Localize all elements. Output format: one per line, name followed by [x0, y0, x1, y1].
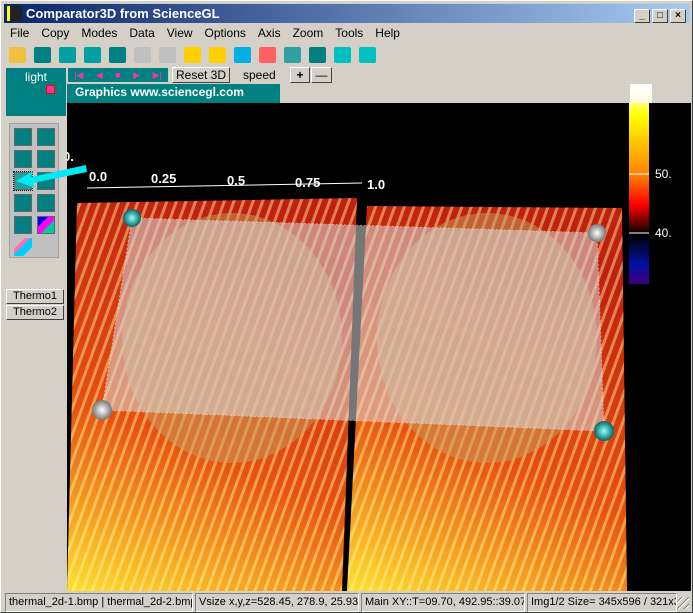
toolbar [4, 43, 379, 67]
app-window: Comparator3D from ScienceGL _ □ × File Co… [0, 0, 693, 613]
profile-line-icon[interactable] [37, 194, 55, 212]
histogram-icon[interactable] [14, 216, 32, 234]
menu-tools[interactable]: Tools [329, 24, 369, 42]
x-axis-line [86, 182, 363, 189]
zoom-out-button[interactable] [156, 43, 179, 66]
spotlight-icon [209, 46, 226, 63]
speed-label: speed [243, 68, 276, 82]
resize-grip[interactable] [677, 597, 689, 609]
select-arrow-icon[interactable] [14, 194, 32, 212]
plane-points-button[interactable] [331, 43, 354, 66]
corner-handle[interactable] [92, 400, 112, 420]
play-icon[interactable]: ▶ [133, 70, 140, 81]
first-icon[interactable]: |◀ [74, 70, 83, 81]
axis-tick-label: 0.0 [89, 169, 107, 184]
open-button[interactable] [6, 43, 29, 66]
menu-options[interactable]: Options [199, 24, 252, 42]
title-bar: Comparator3D from ScienceGL _ □ × [4, 4, 690, 23]
screw-button[interactable] [356, 43, 379, 66]
app-icon [7, 6, 22, 21]
points-plane-icon[interactable] [37, 128, 55, 146]
thermo1-button[interactable]: Thermo1 [6, 289, 64, 304]
profile-icon [309, 46, 326, 63]
corner-handle[interactable] [588, 224, 606, 242]
profile-button[interactable] [306, 43, 329, 66]
speed-plus-button[interactable]: + [290, 67, 310, 83]
close-button[interactable]: × [670, 9, 686, 23]
status-img-size: Img1/2 Size= 345x596 / 321x3 [527, 593, 677, 612]
point-plane-icon[interactable] [14, 128, 32, 146]
zoom-in-icon [134, 46, 151, 63]
maximize-button[interactable]: □ [652, 9, 668, 23]
camera-button[interactable] [106, 43, 129, 66]
playback-bar: |◀ ◀ ■ ▶ ▶| [68, 68, 168, 82]
colorbar-top [630, 84, 652, 103]
menu-file[interactable]: File [4, 24, 35, 42]
light-button[interactable] [181, 43, 204, 66]
reset-3d-button[interactable]: Reset 3D [172, 67, 230, 83]
thermo2-button[interactable]: Thermo2 [6, 305, 64, 320]
light-panel: light [6, 68, 66, 116]
axis-tick-label: 0.5 [227, 173, 245, 188]
corner-handle[interactable] [123, 209, 141, 227]
sphere-button[interactable] [81, 43, 104, 66]
last-icon[interactable]: ▶| [153, 70, 162, 81]
print-button[interactable] [56, 43, 79, 66]
plane-points-icon [334, 46, 351, 63]
3d-surface-plot[interactable]: 0. 0.00.250.50.751.0 50. 40. [67, 103, 691, 591]
sphere-icon [84, 46, 101, 63]
save-icon [34, 46, 51, 63]
color-layers-icon[interactable] [37, 216, 55, 234]
stop-icon[interactable]: ■ [115, 70, 120, 80]
graphics-label: Graphics www.sciencegl.com [67, 84, 280, 103]
palette-up2-button[interactable] [281, 43, 304, 66]
light-icon [184, 46, 201, 63]
menu-modes[interactable]: Modes [75, 24, 123, 42]
colorbar-label-40: 40. [655, 226, 672, 240]
palette-up2-icon [284, 46, 301, 63]
menu-view[interactable]: View [161, 24, 199, 42]
axis-tick-label: 0.75 [295, 175, 320, 190]
screw-icon [359, 46, 376, 63]
sparkle-button[interactable] [231, 43, 254, 66]
spotlight-button[interactable] [206, 43, 229, 66]
print-icon [59, 46, 76, 63]
3d-viewport[interactable]: 0. 0.00.250.50.751.0 50. 40. [67, 103, 691, 591]
prev-icon[interactable]: ◀ [96, 70, 103, 81]
light-label: light [24, 70, 47, 84]
menu-zoom[interactable]: Zoom [287, 24, 330, 42]
window-title: Comparator3D from ScienceGL [26, 6, 220, 21]
sparkle-icon [234, 46, 251, 63]
menu-axis[interactable]: Axis [252, 24, 287, 42]
camera-icon [109, 46, 126, 63]
palette-up-icon [259, 46, 276, 63]
minimize-button[interactable]: _ [634, 9, 650, 23]
menu-bar: File Copy Modes Data View Options Axis Zoom Tool… [4, 24, 406, 42]
axis-tick-label: 1.0 [367, 177, 385, 192]
zoom-in-button[interactable] [131, 43, 154, 66]
menu-help[interactable]: Help [369, 24, 406, 42]
open-icon [9, 46, 26, 63]
save-button[interactable] [31, 43, 54, 66]
colorbar-label-50: 50. [655, 167, 672, 181]
pencil-icon[interactable] [14, 238, 32, 256]
zoom-out-icon [159, 46, 176, 63]
axis-tick-label: 0.25 [151, 171, 176, 186]
menu-data[interactable]: Data [123, 24, 160, 42]
palette-up-button[interactable] [256, 43, 279, 66]
status-vsize: Vsize x,y,z=528.45, 278.9, 25.93 [195, 593, 359, 612]
menu-copy[interactable]: Copy [35, 24, 75, 42]
speed-minus-button[interactable]: — [311, 67, 332, 83]
transparent-plane[interactable] [101, 217, 605, 432]
colorbar [629, 103, 649, 284]
corner-handle[interactable] [594, 421, 614, 441]
light-color-swatch[interactable] [46, 85, 55, 94]
status-main-xy: Main XY::T=09.70, 492.95::39.07 [361, 593, 525, 612]
status-files: thermal_2d-1.bmp | thermal_2d-2.bmp [5, 593, 193, 612]
arrow-pointer-icon [16, 165, 87, 188]
